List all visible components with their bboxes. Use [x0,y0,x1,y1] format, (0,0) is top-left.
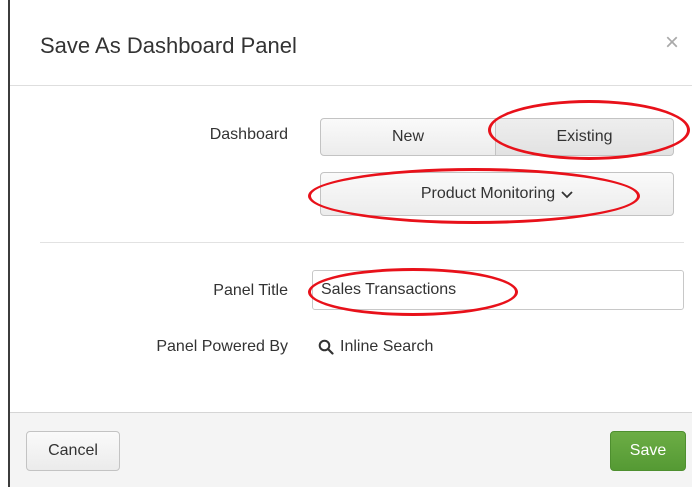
search-icon [318,339,334,355]
dashboard-select-value: Product Monitoring [420,185,556,202]
panel-powered-by-label: Panel Powered By [156,338,288,355]
panel-title-label: Panel Title [213,282,288,299]
save-as-dashboard-panel-dialog: Save As Dashboard Panel × Dashboard New … [8,0,692,487]
dialog-header: Save As Dashboard Panel × [10,0,692,86]
save-button[interactable]: Save [610,431,686,471]
close-icon[interactable]: × [660,30,684,56]
new-dashboard-button[interactable]: New [320,118,496,156]
dialog-footer: Cancel Save [10,412,692,487]
chevron-down-icon [561,186,573,204]
panel-title-value: Sales Transactions [321,281,457,298]
form-divider [40,242,684,243]
powered-by-value: Inline Search [340,338,434,355]
panel-powered-by: Inline Search [318,336,433,358]
cancel-button[interactable]: Cancel [26,431,120,471]
dialog-title: Save As Dashboard Panel [40,33,297,58]
existing-dashboard-button[interactable]: Existing [496,118,674,156]
dashboard-label: Dashboard [209,126,288,143]
dashboard-select[interactable]: Product Monitoring [320,172,674,216]
panel-title-input[interactable]: Sales Transactions [312,270,684,310]
